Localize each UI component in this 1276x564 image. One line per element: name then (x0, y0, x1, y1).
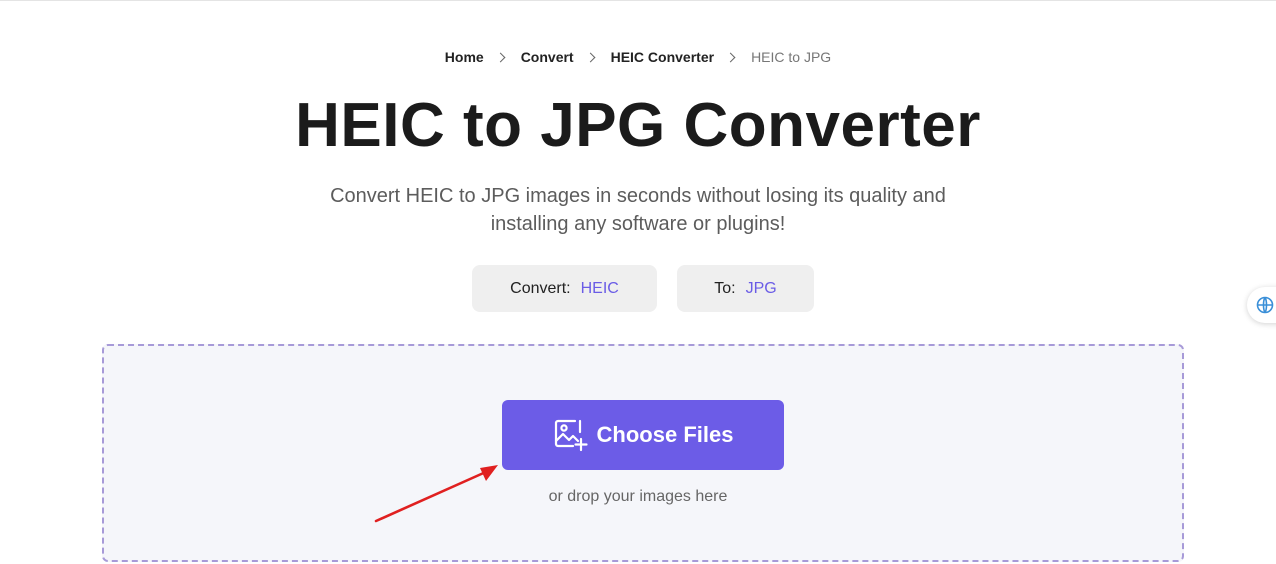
convert-to-value: JPG (745, 279, 777, 297)
page-subtitle: Convert HEIC to JPG images in seconds wi… (330, 185, 946, 235)
convert-from-value: HEIC (580, 279, 619, 297)
breadcrumb-current: HEIC to JPG (751, 49, 832, 65)
breadcrumb-home[interactable]: Home (445, 49, 484, 65)
image-add-icon (554, 419, 588, 452)
convert-from-label: Convert: (510, 279, 571, 297)
chevron-right-icon (725, 52, 736, 62)
convert-to-label: To: (714, 279, 736, 297)
convert-to-selector[interactable]: To: JPG (677, 265, 814, 312)
chevron-right-icon (495, 52, 506, 62)
breadcrumb-heic-converter[interactable]: HEIC Converter (611, 49, 714, 65)
top-divider (0, 0, 1276, 1)
annotation-arrow-icon (374, 465, 498, 523)
page-title: HEIC to JPG Converter (295, 91, 981, 160)
choose-files-button[interactable]: Choose Files (502, 400, 784, 470)
breadcrumb-convert[interactable]: Convert (521, 49, 574, 65)
drop-hint-text: or drop your images here (548, 488, 728, 505)
breadcrumb: Home Convert HEIC Converter HEIC to JPG (0, 49, 1276, 65)
choose-files-label: Choose Files (596, 422, 734, 447)
convert-from-selector[interactable]: Convert: HEIC (472, 265, 657, 312)
ai-assistant-icon (1256, 296, 1274, 314)
chevron-right-icon (585, 52, 596, 62)
side-assistant-widget[interactable] (1247, 287, 1276, 323)
